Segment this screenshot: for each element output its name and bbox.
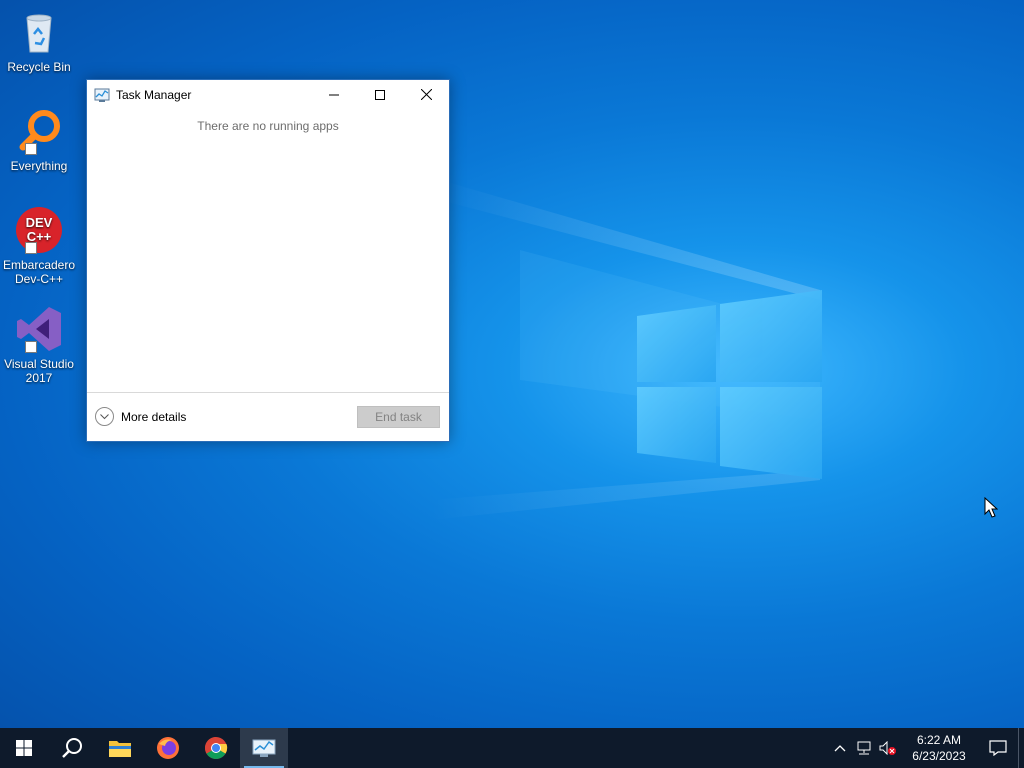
empty-apps-message: There are no running apps bbox=[197, 119, 339, 133]
visual-studio-icon bbox=[15, 305, 63, 353]
title-bar[interactable]: Task Manager bbox=[87, 80, 449, 110]
end-task-button[interactable]: End task bbox=[357, 406, 440, 428]
folder-icon bbox=[109, 741, 131, 757]
chevron-down-icon bbox=[95, 407, 114, 426]
desktop-icon-recycle-bin[interactable]: Recycle Bin bbox=[2, 8, 76, 74]
maximize-icon bbox=[375, 89, 385, 100]
taskbar-firefox[interactable] bbox=[144, 728, 192, 768]
desktop-icon-label: Recycle Bin bbox=[7, 60, 71, 74]
taskbar-chrome[interactable] bbox=[192, 728, 240, 768]
clock-time: 6:22 AM bbox=[916, 733, 962, 747]
everything-search-icon bbox=[15, 107, 63, 155]
shortcut-arrow-icon bbox=[25, 143, 37, 155]
volume-muted-icon bbox=[879, 741, 896, 755]
window-footer: More details End task bbox=[87, 392, 449, 441]
windows-logo-icon bbox=[16, 740, 32, 756]
show-desktop-button[interactable] bbox=[1018, 728, 1024, 768]
desktop-icon-label: Embarcadero Dev-C++ bbox=[2, 258, 76, 286]
desktop-icon-everything[interactable]: Everything bbox=[2, 107, 76, 173]
close-icon bbox=[420, 89, 432, 100]
devcpp-icon: DEV C++ bbox=[15, 206, 63, 254]
window-title: Task Manager bbox=[116, 88, 192, 102]
firefox-icon bbox=[157, 737, 179, 759]
minimize-icon bbox=[329, 94, 339, 95]
shortcut-arrow-icon bbox=[25, 341, 37, 353]
minimize-button[interactable] bbox=[311, 80, 357, 109]
desktop-icon-devcpp[interactable]: DEV C++ Embarcadero Dev-C++ bbox=[2, 206, 76, 286]
start-button[interactable] bbox=[0, 728, 48, 768]
more-details-button[interactable]: More details bbox=[95, 407, 186, 426]
clock-date: 6/23/2023 bbox=[912, 749, 966, 763]
windows-logo-wallpaper bbox=[637, 290, 822, 479]
maximize-button[interactable] bbox=[357, 80, 403, 109]
clock[interactable]: 6:22 AM 6/23/2023 bbox=[900, 732, 978, 764]
show-hidden-icons-button[interactable] bbox=[828, 728, 852, 768]
notification-icon bbox=[989, 740, 1007, 756]
shortcut-arrow-icon bbox=[25, 242, 37, 254]
task-manager-window: Task Manager There are no running apps M… bbox=[86, 79, 450, 442]
chrome-icon bbox=[205, 737, 228, 759]
network-icon bbox=[857, 741, 871, 755]
search-button[interactable] bbox=[48, 728, 96, 768]
desktop-icon-label: Visual Studio 2017 bbox=[4, 357, 74, 385]
recycle-bin-icon bbox=[15, 8, 63, 56]
desktop-icon-label: Everything bbox=[10, 159, 68, 173]
task-manager-icon bbox=[94, 88, 110, 102]
more-details-label: More details bbox=[121, 409, 187, 424]
close-button[interactable] bbox=[403, 80, 449, 109]
action-center-button[interactable] bbox=[978, 728, 1018, 768]
taskbar: 6:22 AM 6/23/2023 bbox=[0, 728, 1024, 768]
network-button[interactable] bbox=[852, 728, 876, 768]
taskbar-task-manager[interactable] bbox=[240, 728, 288, 768]
desktop-icon-visual-studio[interactable]: Visual Studio 2017 bbox=[2, 305, 76, 385]
task-manager-icon bbox=[252, 739, 276, 757]
search-icon bbox=[62, 738, 82, 758]
svg-text:DEV: DEV bbox=[26, 215, 53, 230]
system-tray: 6:22 AM 6/23/2023 bbox=[828, 728, 1024, 768]
volume-button[interactable] bbox=[876, 728, 900, 768]
chevron-up-icon bbox=[834, 745, 846, 752]
taskbar-file-explorer[interactable] bbox=[96, 728, 144, 768]
mouse-cursor-icon bbox=[984, 497, 998, 518]
